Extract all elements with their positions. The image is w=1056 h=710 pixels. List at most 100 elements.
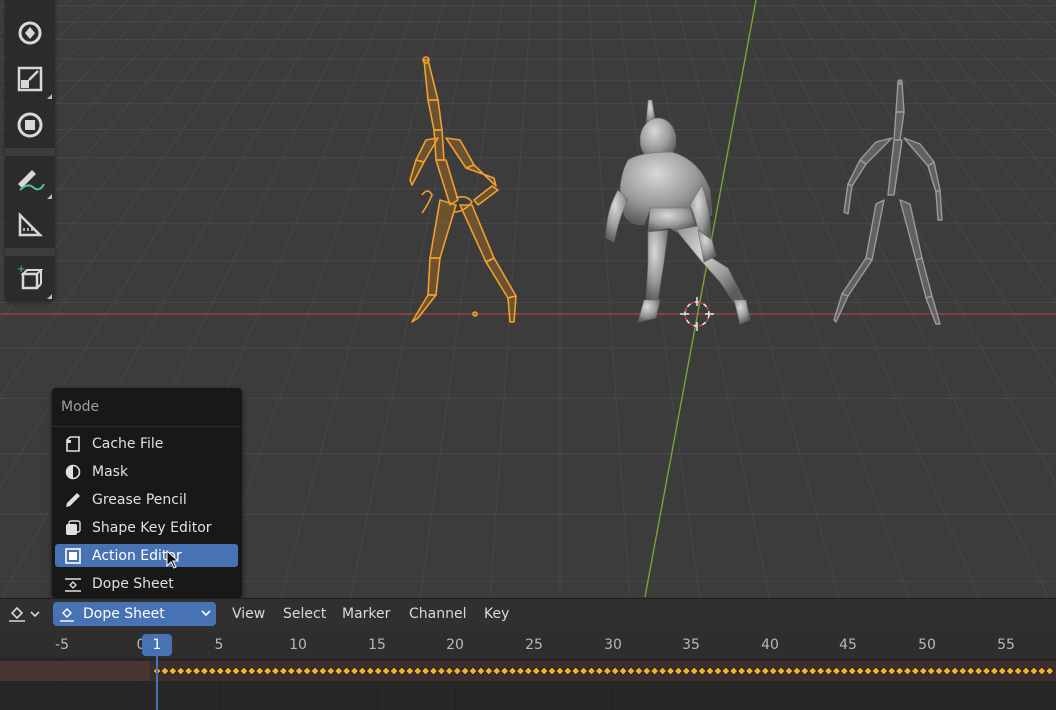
annotate-tool-button[interactable] bbox=[5, 156, 55, 202]
keyframe-marker bbox=[681, 666, 691, 676]
menu-item-label: Shape Key Editor bbox=[92, 519, 212, 536]
keyframe-marker bbox=[634, 666, 644, 676]
keyframe-marker bbox=[934, 666, 944, 676]
playhead-line bbox=[156, 652, 158, 710]
keyframe-marker bbox=[816, 666, 826, 676]
grid-line bbox=[847, 0, 1056, 304]
menu-select[interactable]: Select bbox=[283, 599, 326, 630]
tool-variants-indicator bbox=[47, 94, 52, 99]
keyframe-marker bbox=[989, 666, 999, 676]
keyframe-marker bbox=[294, 666, 304, 676]
menu-item-dope-sheet[interactable]: Dope Sheet bbox=[55, 572, 238, 595]
keyframe-marker bbox=[658, 666, 668, 676]
keyframe-marker bbox=[831, 666, 841, 676]
keyframe-marker bbox=[673, 666, 683, 676]
tool-shelf: + bbox=[5, 0, 55, 302]
menu-view[interactable]: View bbox=[232, 599, 265, 630]
keyframe-marker bbox=[318, 666, 328, 676]
menu-item-label: Dope Sheet bbox=[92, 575, 174, 592]
mouse-pointer-icon bbox=[166, 550, 180, 569]
add-cube-tool-button[interactable]: + bbox=[5, 256, 55, 302]
keyframe-marker bbox=[879, 666, 889, 676]
grid-line bbox=[703, 0, 910, 597]
keyframe-marker bbox=[768, 666, 778, 676]
keyframe-marker bbox=[239, 666, 249, 676]
current-frame-indicator[interactable]: 1 bbox=[142, 634, 172, 656]
mode-dropdown[interactable]: Dope Sheet bbox=[53, 602, 216, 626]
keyframe-marker bbox=[168, 666, 178, 676]
rotate-tool-button[interactable] bbox=[5, 10, 55, 56]
menu-marker[interactable]: Marker bbox=[342, 599, 390, 630]
keyframe-marker bbox=[191, 666, 202, 676]
keyframe-marker bbox=[863, 666, 873, 676]
keyframe-marker bbox=[887, 666, 897, 676]
frame-tick-label: 10 bbox=[289, 637, 307, 653]
keyframe-marker bbox=[334, 666, 344, 676]
keyframe-marker bbox=[255, 666, 265, 676]
keyframe-marker bbox=[342, 666, 352, 676]
frame-tick-label: 30 bbox=[604, 637, 622, 653]
keyframe-marker bbox=[302, 666, 312, 676]
rotate-icon bbox=[18, 21, 42, 45]
keyframe-marker bbox=[231, 666, 241, 676]
keyframe-marker bbox=[665, 666, 676, 676]
keyframe-marker bbox=[476, 666, 486, 676]
measure-tool-button[interactable] bbox=[5, 202, 55, 248]
keyframe-marker bbox=[800, 666, 810, 676]
keyframe-marker bbox=[500, 666, 510, 676]
grid-line bbox=[732, 0, 980, 597]
keyframe-marker bbox=[421, 666, 431, 676]
keyframe-marker bbox=[515, 666, 525, 676]
frame-tick-label: 45 bbox=[839, 637, 857, 653]
shape-key-icon bbox=[62, 519, 84, 537]
keyframe-marker bbox=[436, 666, 446, 676]
menu-item-shape-key-editor[interactable]: Shape Key Editor bbox=[55, 516, 238, 539]
move-tool-button[interactable] bbox=[5, 0, 55, 10]
grid-line bbox=[674, 0, 840, 597]
menu-item-cache-file[interactable]: Cache File bbox=[55, 432, 238, 455]
keyframe-marker bbox=[721, 666, 731, 676]
menu-key[interactable]: Key bbox=[484, 599, 509, 630]
frame-tick-label: 20 bbox=[446, 637, 464, 653]
keyframe-marker bbox=[523, 666, 533, 676]
dope-sheet-icon bbox=[62, 575, 84, 593]
keyframe-marker bbox=[184, 666, 194, 676]
keyframe-marker bbox=[539, 666, 549, 676]
keyframe-marker bbox=[737, 666, 747, 676]
frame-tick-label: 35 bbox=[682, 637, 700, 653]
keyframe-marker bbox=[160, 666, 170, 676]
menu-item-action-editor[interactable]: Action Editor bbox=[55, 544, 238, 567]
keyframe-marker bbox=[847, 666, 857, 676]
keyframe-marker bbox=[484, 666, 494, 676]
gray-armature bbox=[833, 79, 943, 325]
keyframe-marker bbox=[895, 666, 905, 676]
keyframe-marker bbox=[563, 666, 573, 676]
keyframe-marker bbox=[808, 666, 818, 676]
keyframe-marker bbox=[855, 666, 865, 676]
grid-line bbox=[905, 0, 1056, 184]
keyframe-marker bbox=[199, 666, 209, 676]
keyframe-marker bbox=[997, 666, 1007, 676]
keyframe-marker bbox=[357, 666, 367, 676]
scale-tool-button[interactable] bbox=[5, 56, 55, 102]
keyframe-marker bbox=[594, 666, 604, 676]
selected-armature bbox=[409, 56, 517, 323]
menu-channel[interactable]: Channel bbox=[409, 599, 466, 630]
transform-tool-button[interactable] bbox=[5, 102, 55, 148]
keyframe-marker bbox=[689, 666, 699, 676]
keyframe-marker bbox=[1021, 666, 1031, 676]
keyframe-marker bbox=[326, 666, 336, 676]
frame-tick-label: 50 bbox=[918, 637, 936, 653]
keyframe-marker bbox=[286, 666, 296, 676]
keyframe-marker bbox=[270, 666, 281, 676]
character-mesh bbox=[605, 99, 751, 325]
keyframe-marker bbox=[176, 666, 186, 676]
svg-text:+: + bbox=[17, 264, 25, 275]
editor-type-selector[interactable] bbox=[4, 603, 44, 625]
mode-menu: Mode Cache File Mask Grease Pencil Shape… bbox=[52, 388, 242, 598]
keyframe-marker bbox=[784, 666, 794, 676]
menu-item-grease-pencil[interactable]: Grease Pencil bbox=[55, 488, 238, 511]
menu-item-mask[interactable]: Mask bbox=[55, 460, 238, 483]
scale-icon bbox=[17, 66, 43, 92]
keyframe-marker bbox=[389, 666, 399, 676]
